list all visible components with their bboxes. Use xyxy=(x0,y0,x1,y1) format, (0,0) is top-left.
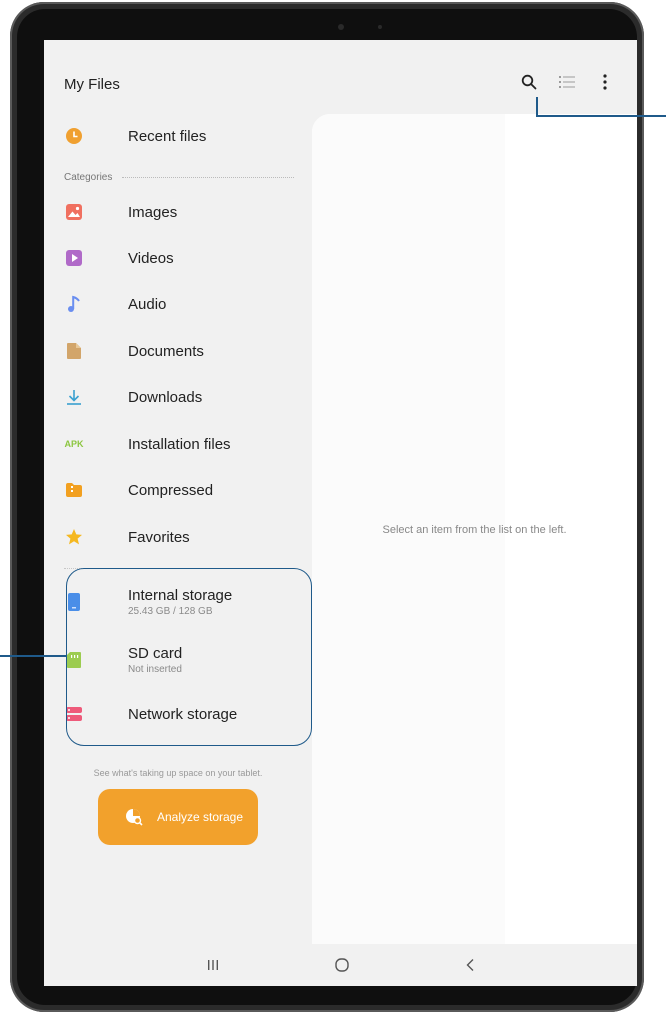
recent-apps-icon[interactable] xyxy=(201,954,225,976)
category-documents[interactable]: Documents xyxy=(64,333,204,369)
home-icon[interactable] xyxy=(330,954,354,976)
clock-icon xyxy=(64,127,84,145)
storage-hint: See what's taking up space on your table… xyxy=(93,768,263,778)
zip-folder-icon xyxy=(64,482,84,498)
category-label: Compressed xyxy=(128,481,214,499)
image-icon xyxy=(64,203,84,221)
empty-message: Select an item from the list on the left… xyxy=(382,524,567,536)
document-icon xyxy=(64,342,84,360)
back-icon[interactable] xyxy=(458,954,482,976)
list-view-icon[interactable] xyxy=(557,72,577,92)
more-options-icon[interactable] xyxy=(595,72,615,92)
recent-files-label: Recent files xyxy=(128,127,207,145)
star-icon xyxy=(64,528,84,546)
category-downloads[interactable]: Downloads xyxy=(64,379,202,415)
category-label: Favorites xyxy=(128,528,190,546)
storage-callout-box xyxy=(66,568,312,746)
navigation-bar xyxy=(44,944,637,986)
category-label: Downloads xyxy=(128,388,203,406)
category-audio[interactable]: Audio xyxy=(64,286,166,322)
search-callout-line-vertical xyxy=(536,97,538,115)
category-images[interactable]: Images xyxy=(64,194,177,230)
category-label: Audio xyxy=(128,295,167,313)
category-favorites[interactable]: Favorites xyxy=(64,519,190,555)
categories-heading: Categories xyxy=(64,172,294,183)
screen: Select an item from the list on the left… xyxy=(44,40,637,986)
camera-icon xyxy=(338,24,344,30)
category-label: Images xyxy=(128,203,178,221)
search-callout-line-horizontal xyxy=(536,115,666,117)
analyze-storage-button[interactable]: Analyze storage xyxy=(98,789,258,845)
category-compressed[interactable]: Compressed xyxy=(64,472,213,508)
music-note-icon xyxy=(64,295,84,313)
sensor-icon xyxy=(378,25,382,29)
analyze-icon xyxy=(124,807,144,827)
apk-icon: APK xyxy=(64,439,84,449)
category-label: Installation files xyxy=(128,435,231,453)
search-icon[interactable] xyxy=(519,72,539,92)
toolbar xyxy=(519,72,615,92)
video-icon xyxy=(64,249,84,267)
recent-files-item[interactable]: Recent files xyxy=(64,118,206,154)
storage-callout-line xyxy=(0,655,66,657)
page-title: My Files xyxy=(64,76,120,93)
categories-heading-label: Categories xyxy=(64,172,113,183)
category-videos[interactable]: Videos xyxy=(64,240,174,276)
analyze-storage-label: Analyze storage xyxy=(156,810,244,824)
category-label: Documents xyxy=(128,342,204,360)
apk-icon-text: APK xyxy=(64,439,84,449)
category-label: Videos xyxy=(128,249,174,267)
category-installation-files[interactable]: APK Installation files xyxy=(64,426,231,462)
download-icon xyxy=(64,388,84,406)
